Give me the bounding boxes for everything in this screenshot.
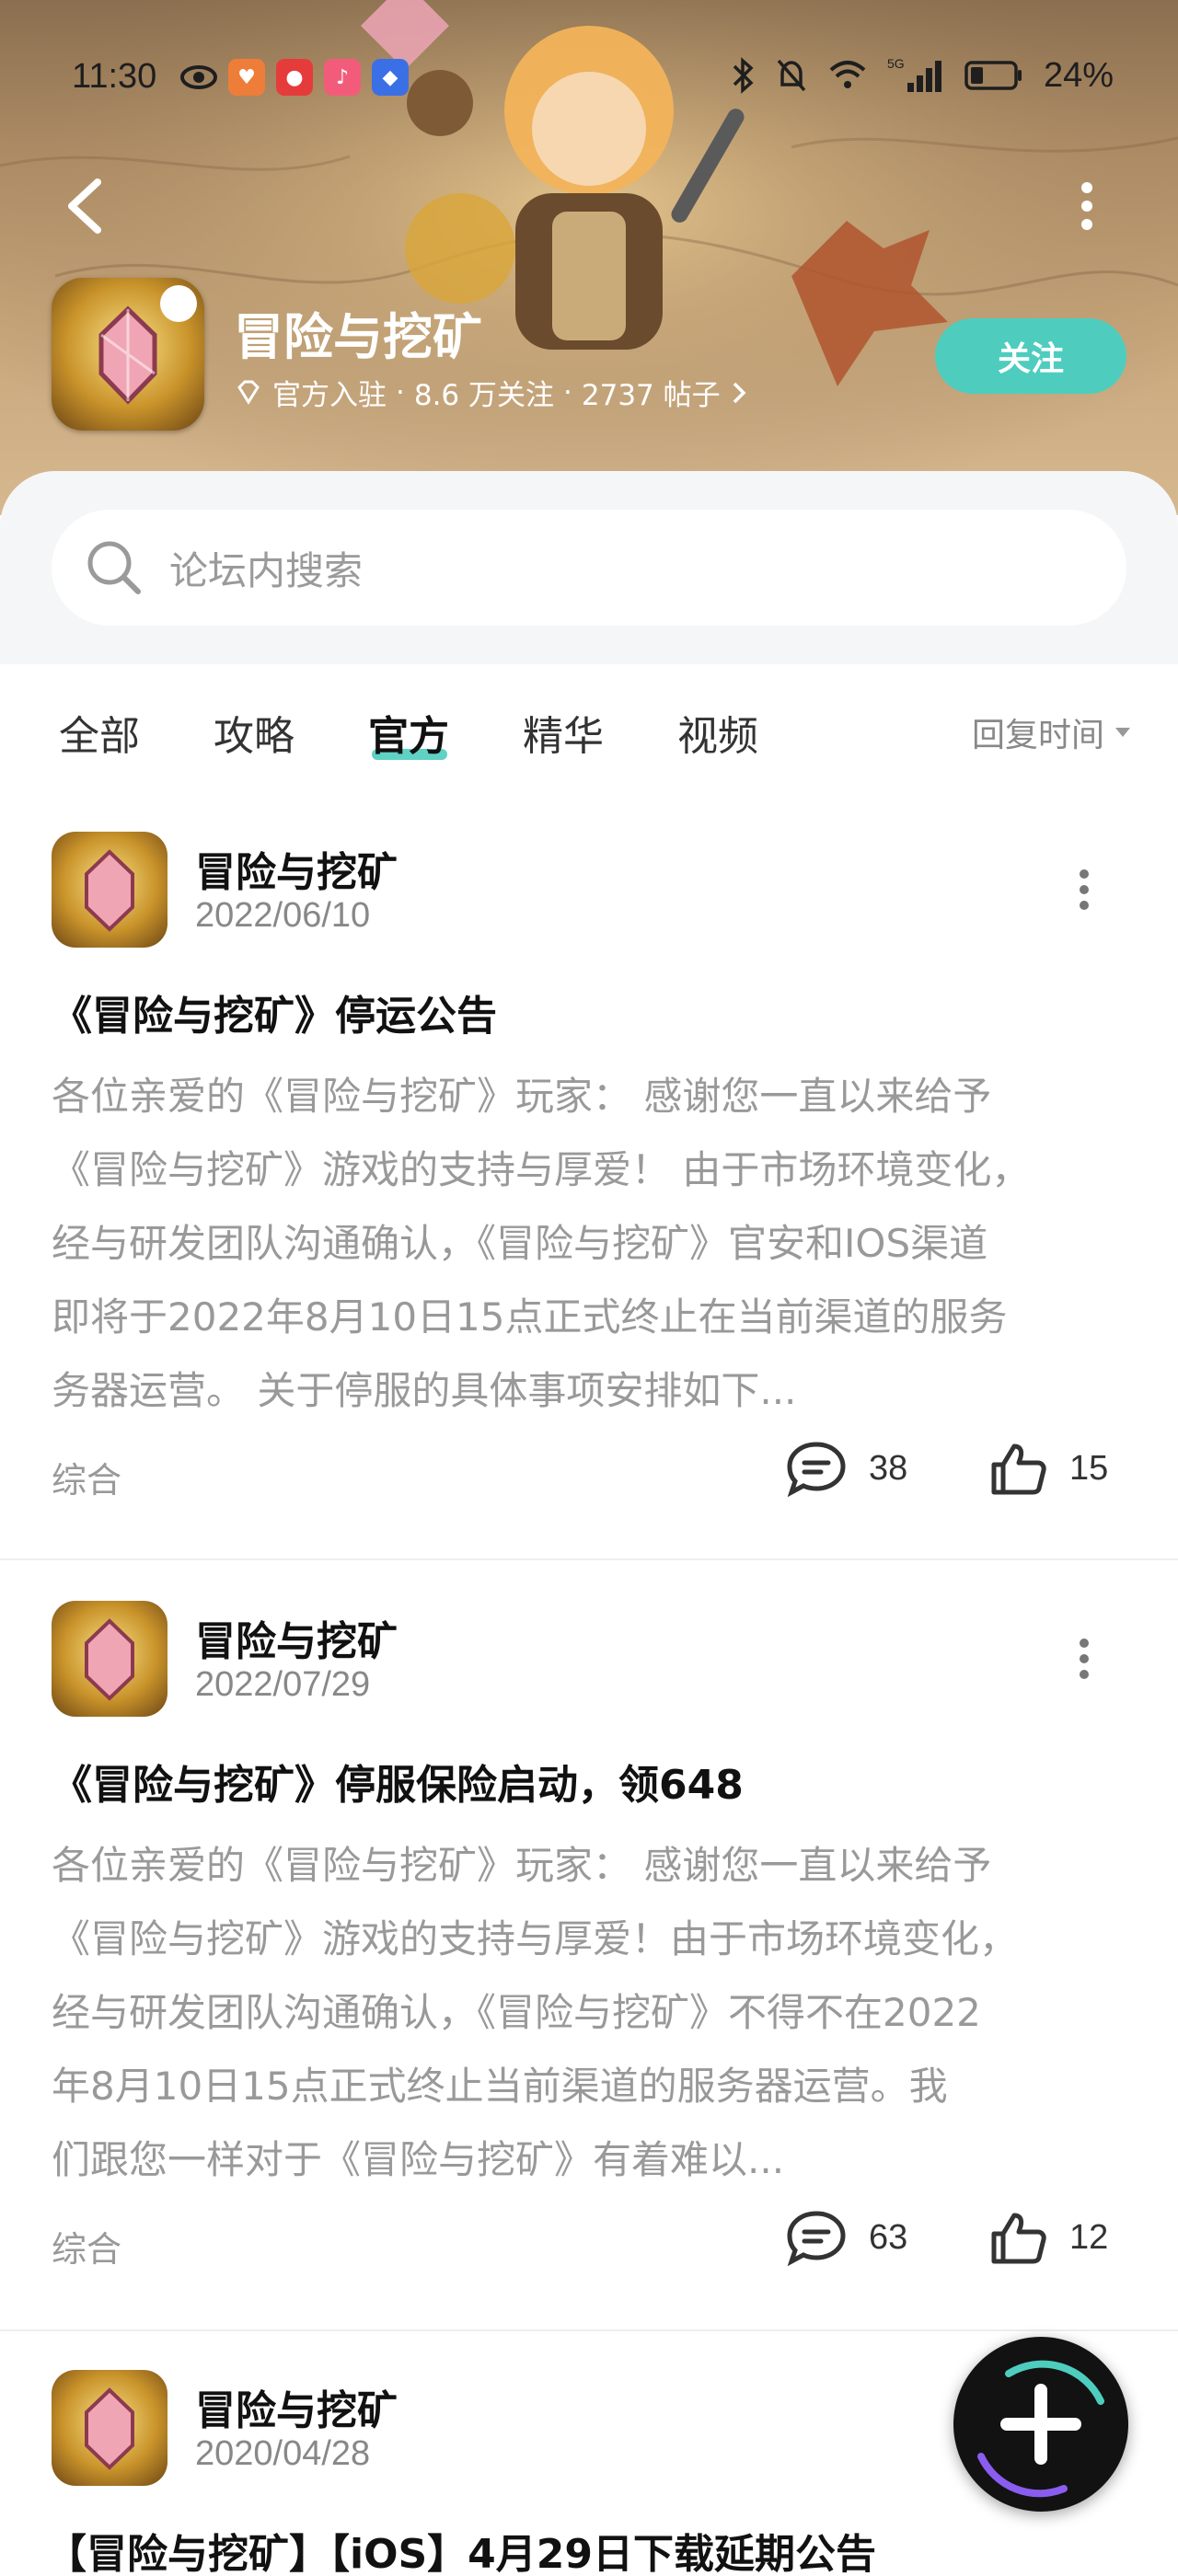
music-icon: ♪ [324,59,361,96]
post-author-avatar[interactable] [52,1601,167,1717]
excerpt-line: 《冒险与挖矿》游戏的支持与厚爱！ 由于市场环境变化， [52,1147,1031,1192]
excerpt-line: 《冒险与挖矿》游戏的支持与厚爱！由于市场环境变化， [52,1916,1019,1961]
search-sheet: 论坛内搜索 [0,471,1178,664]
network-type-label: 5G [887,56,905,71]
post-author[interactable]: 冒险与挖矿 [195,2377,398,2436]
like-button[interactable]: 15 [988,1439,1108,1498]
like-count: 12 [1069,2217,1109,2257]
meta-separator: · [396,375,405,409]
follow-button[interactable]: 关注 [935,318,1126,394]
plus-icon [977,2360,1104,2498]
forum-stats[interactable]: 官方入驻 · 8.6 万关注 · 2737 帖子 [234,372,748,413]
diamond-icon [237,380,260,405]
thumbs-up-icon [991,2213,1046,2264]
more-options-icon[interactable] [1075,868,1093,911]
search-input[interactable]: 论坛内搜索 [52,510,1126,626]
search-placeholder: 论坛内搜索 [169,547,364,593]
crystal-icon [85,1618,134,1701]
forum-avatar[interactable] [52,278,204,431]
post-date: 2022/07/29 [195,1665,371,1704]
post-date: 2022/06/10 [195,896,371,935]
crystal-icon [85,2387,134,2470]
comment-count: 63 [869,2217,908,2257]
tab-videos[interactable]: 视频 [677,703,758,762]
caret-down-icon [1115,728,1130,737]
excerpt-line: 即将于2022年8月10日15点正式终止在当前渠道的服务 [52,1294,1008,1340]
post-divider [0,2329,1178,2331]
tab-guides[interactable]: 攻略 [214,703,294,762]
excerpt-line: 经与研发团队沟通确认，《冒险与挖矿》官安和IOS渠道 [52,1221,988,1266]
more-options-icon[interactable] [1075,1638,1093,1680]
post-card[interactable]: 冒险与挖矿 2022/06/10 《冒险与挖矿》停运公告 各位亲爱的《冒险与挖矿… [0,832,1178,1555]
app-notification-icon: ● [276,59,313,96]
bluetooth-icon [733,57,754,94]
battery-percentage: 24% [1043,55,1114,95]
battery-icon [964,61,1022,90]
post-title[interactable]: 《冒险与挖矿》停服保险启动，领648 [52,1752,744,1811]
sort-label: 回复时间 [971,717,1104,754]
compose-post-button[interactable] [953,2337,1128,2512]
wifi-icon [829,61,866,88]
eye-icon [180,65,217,89]
forum-header-banner: 11:30 ♥ ● ♪ ◆ 5G 24% 冒险与挖矿 官方入驻 · 8.6 万关… [0,0,1178,515]
excerpt-line: 们跟您一样对于《冒险与挖矿》有着难以... [52,2137,785,2182]
comment-button[interactable]: 38 [784,1439,907,1498]
cellular-signal-icon: 5G [887,56,941,92]
comment-icon [787,1442,846,1498]
post-divider [0,1558,1178,1560]
meta-separator: · [563,375,572,409]
excerpt-line: 务器运营。 关于停服的具体事项安排如下... [52,1368,797,1413]
bell-muted-icon [777,59,806,92]
post-title[interactable]: 《冒险与挖矿》停运公告 [52,983,497,1041]
excerpt-line: 各位亲爱的《冒险与挖矿》玩家： 感谢您一直以来给予 [52,1074,992,1119]
post-title[interactable]: 【冒险与挖矿】【iOS】4月29日下载延期公告 [46,2521,876,2576]
like-button[interactable]: 12 [988,2208,1108,2267]
status-bar: 11:30 ♥ ● ♪ ◆ 5G 24% [0,0,1178,156]
excerpt-line: 各位亲爱的《冒险与挖矿》玩家： 感谢您一直以来给予 [52,1843,992,1888]
post-author[interactable]: 冒险与挖矿 [195,839,398,898]
post-card[interactable]: 冒险与挖矿 2022/07/29 《冒险与挖矿》停服保险启动，领648 各位亲爱… [0,1601,1178,2328]
app-notification-icon: ♥ [228,59,265,96]
more-options-icon[interactable] [1073,180,1101,232]
post-author-avatar[interactable] [52,2370,167,2486]
post-category[interactable]: 综合 [52,2221,121,2271]
crystal-icon [85,849,134,932]
forum-name: 冒险与挖矿 [234,308,482,366]
like-count: 15 [1069,1448,1109,1488]
excerpt-line: 经与研发团队沟通确认，《冒险与挖矿》不得不在2022 [52,1990,981,2035]
tab-all[interactable]: 全部 [59,703,140,762]
post-author-avatar[interactable] [52,832,167,948]
tab-featured[interactable]: 精华 [523,703,604,762]
post-author[interactable]: 冒险与挖矿 [195,1608,398,1667]
shield-icon: ◆ [372,59,409,96]
back-icon[interactable] [61,177,109,236]
chevron-right-icon [733,382,746,403]
thumbs-up-icon [991,1443,1046,1495]
comment-button[interactable]: 63 [784,2208,907,2267]
post-excerpt[interactable]: 各位亲爱的《冒险与挖矿》玩家： 感谢您一直以来给予 《冒险与挖矿》游戏的支持与厚… [52,1829,1130,2197]
tab-official[interactable]: 官方 [368,703,449,762]
posts-count: 2737 帖子 [581,379,721,412]
sort-dropdown[interactable]: 回复时间 [972,708,1132,756]
status-time: 11:30 [72,57,157,96]
excerpt-line: 年8月10日15点正式终止当前渠道的服务器运营。我 [52,2064,948,2109]
verified-badge-icon [160,285,197,322]
post-date: 2020/04/28 [195,2434,371,2473]
search-icon [87,541,141,594]
followers-count: 8.6 万关注 [413,379,555,412]
tab-bar: 全部 攻略 官方 精华 视频 回复时间 [0,664,1178,793]
system-status-icons: 5G 24% [731,55,1114,96]
notification-icons: ♥ ● ♪ ◆ [180,59,409,96]
post-excerpt[interactable]: 各位亲爱的《冒险与挖矿》玩家： 感谢您一直以来给予 《冒险与挖矿》游戏的支持与厚… [52,1060,1130,1428]
post-category[interactable]: 综合 [52,1452,121,1502]
comment-count: 38 [869,1448,908,1488]
comment-icon [787,2211,846,2267]
official-label: 官方入驻 [272,379,387,412]
